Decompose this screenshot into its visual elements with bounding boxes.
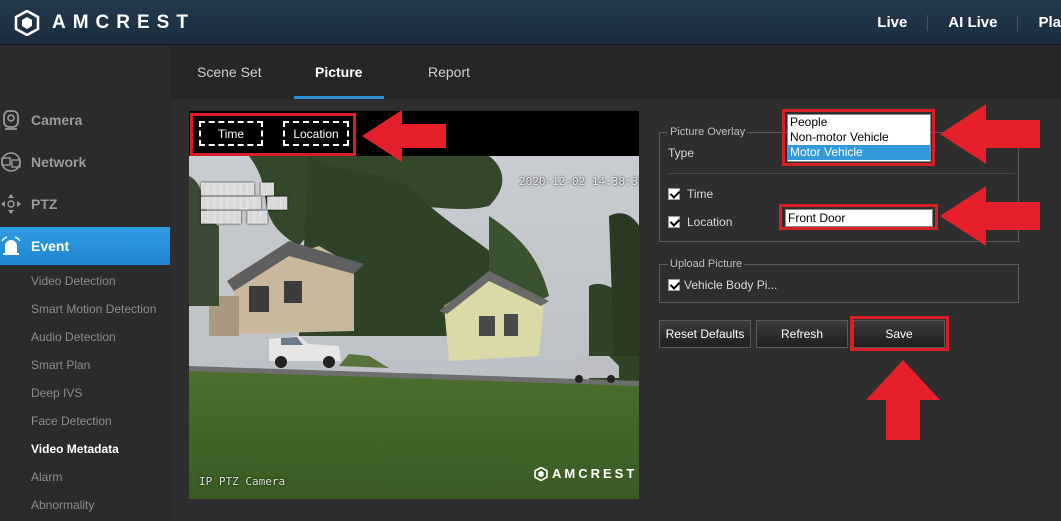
annotation-box-type-listbox <box>782 109 935 166</box>
reset-defaults-button[interactable]: Reset Defaults <box>659 320 751 348</box>
sidebar-sub-audio-detection[interactable]: Audio Detection <box>31 330 116 344</box>
sidebar-item-camera[interactable]: Camera <box>0 101 170 139</box>
tab-picture[interactable]: Picture <box>315 64 362 80</box>
location-checkbox[interactable] <box>668 216 680 228</box>
sidebar-item-event[interactable]: Event <box>0 227 179 265</box>
sidebar: Camera Network PTZ Event Video Detection… <box>0 45 179 521</box>
amcrest-logo-icon <box>534 466 548 481</box>
time-checkbox-label: Time <box>687 187 714 201</box>
vehicle-body-picture-checkbox[interactable] <box>668 279 680 291</box>
camera-icon <box>0 109 22 131</box>
watermark-text: AMCREST <box>552 466 638 481</box>
type-label: Type <box>668 146 695 160</box>
sidebar-sub-abnormality[interactable]: Abnormality <box>31 498 94 512</box>
top-nav: Live AI Live Pla <box>857 0 1061 45</box>
network-icon <box>0 151 22 173</box>
location-checkbox-label: Location <box>687 215 733 229</box>
picture-overlay-legend: Picture Overlay <box>668 126 748 138</box>
time-checkbox[interactable] <box>668 188 680 200</box>
tab-scene-set[interactable]: Scene Set <box>197 64 262 80</box>
overlay-divider <box>668 173 1015 174</box>
video-preview: Time Location ████████ ██ █████████ ███ … <box>189 111 639 499</box>
top-bar: AMCREST Live AI Live Pla <box>0 0 1061 45</box>
sidebar-item-network[interactable]: Network <box>0 143 170 181</box>
annotation-box-save-button <box>850 316 949 351</box>
ptz-icon <box>0 193 22 215</box>
sidebar-item-ptz[interactable]: PTZ <box>0 185 170 223</box>
tab-report[interactable]: Report <box>428 64 470 80</box>
sidebar-sub-alarm[interactable]: Alarm <box>31 470 62 484</box>
annotation-arrow-up-icon <box>866 360 940 440</box>
tab-bar: Scene Set Picture Report <box>170 45 1061 99</box>
brand-name: AMCREST <box>52 12 195 33</box>
sidebar-sub-smart-plan[interactable]: Smart Plan <box>31 358 90 372</box>
sidebar-item-label: Camera <box>31 112 83 128</box>
sidebar-item-label: Event <box>31 238 70 254</box>
osd-camera-name: IP PTZ Camera <box>199 475 286 488</box>
nav-ai-live[interactable]: AI Live <box>927 14 1017 31</box>
amcrest-logo-icon <box>14 10 40 36</box>
brand-logo: AMCREST <box>14 9 195 37</box>
sidebar-sub-face-detection[interactable]: Face Detection <box>31 414 112 428</box>
osd-redacted-line-1: ████████ ██ <box>201 183 274 196</box>
osd-redacted-line-2: █████████ ███ <box>201 197 288 210</box>
osd-redacted-line-3: ██████ ███ <box>201 211 268 224</box>
sidebar-sub-video-metadata[interactable]: Video Metadata <box>31 442 119 456</box>
annotation-arrow-left-icon <box>940 186 1040 246</box>
nav-playback[interactable]: Pla <box>1017 14 1061 31</box>
osd-timestamp: 2020-12-02 14:38:31 <box>519 175 639 188</box>
sidebar-sub-deep-ivs[interactable]: Deep IVS <box>31 386 82 400</box>
sidebar-item-label: PTZ <box>31 196 58 212</box>
upload-picture-legend: Upload Picture <box>668 258 745 270</box>
annotation-arrow-left-icon <box>362 110 446 162</box>
annotation-box-video-chips <box>190 113 356 156</box>
annotation-arrow-left-icon <box>940 104 1040 164</box>
app-window: AMCREST Live AI Live Pla Camera Network … <box>0 0 1061 521</box>
alarm-bell-icon <box>0 235 22 257</box>
active-tab-indicator <box>294 96 384 99</box>
amcrest-watermark: AMCREST <box>534 466 637 481</box>
sidebar-sub-smart-motion-detection[interactable]: Smart Motion Detection <box>31 302 156 316</box>
sidebar-sub-video-detection[interactable]: Video Detection <box>31 274 116 288</box>
sidebar-item-label: Network <box>31 154 87 170</box>
refresh-button[interactable]: Refresh <box>756 320 848 348</box>
annotation-box-location-input <box>779 204 938 230</box>
vehicle-body-picture-label: Vehicle Body Pi... <box>684 278 778 292</box>
nav-live[interactable]: Live <box>857 14 927 31</box>
